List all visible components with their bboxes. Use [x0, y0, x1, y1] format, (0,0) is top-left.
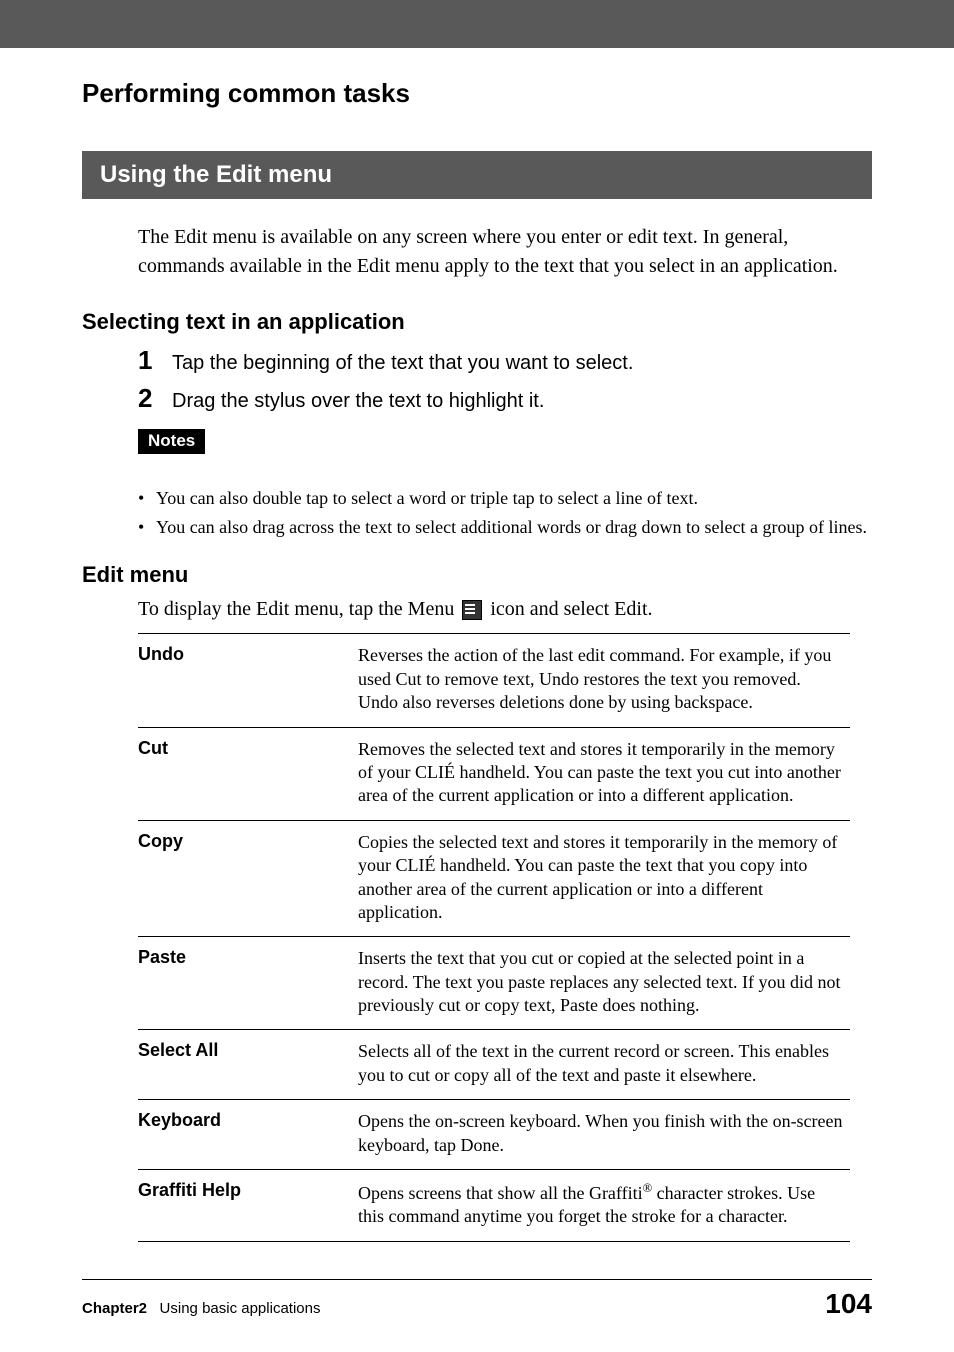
content-area: Performing common tasks Using the Edit m…	[0, 78, 954, 1242]
step-item: 1 Tap the beginning of the text that you…	[138, 345, 872, 377]
cmd-copy: Copy	[138, 820, 358, 937]
bullet-dot-icon: •	[138, 515, 156, 540]
desc-undo: Reverses the action of the last edit com…	[358, 634, 850, 727]
table-row: Undo Reverses the action of the last edi…	[138, 634, 850, 727]
cmd-graffiti: Graffiti Help	[138, 1170, 358, 1242]
step-number: 2	[138, 383, 172, 414]
step-item: 2 Drag the stylus over the text to highl…	[138, 383, 872, 415]
table-row: Select All Selects all of the text in th…	[138, 1030, 850, 1100]
step-text: Drag the stylus over the text to highlig…	[172, 387, 544, 415]
chapter-title: Using basic applications	[160, 1300, 321, 1317]
graffiti-prefix: Opens screens that show all the Graffiti	[358, 1183, 643, 1203]
desc-graffiti: Opens screens that show all the Graffiti…	[358, 1170, 850, 1242]
page-number: 104	[825, 1288, 872, 1320]
cmd-selectall: Select All	[138, 1030, 358, 1100]
cmd-undo: Undo	[138, 634, 358, 727]
table-row: Graffiti Help Opens screens that show al…	[138, 1170, 850, 1242]
notes-bullets: • You can also double tap to select a wo…	[138, 486, 872, 540]
edit-menu-table: Undo Reverses the action of the last edi…	[138, 633, 850, 1241]
intro-paragraph: The Edit menu is available on any screen…	[138, 223, 872, 281]
table-row: Keyboard Opens the on-screen keyboard. W…	[138, 1100, 850, 1170]
subheading-selecting: Selecting text in an application	[82, 309, 872, 335]
breadcrumb: Performing common tasks	[82, 78, 872, 109]
cmd-paste: Paste	[138, 937, 358, 1030]
notes-label: Notes	[138, 429, 205, 454]
footer-left: Chapter2 Using basic applications	[82, 1300, 320, 1317]
desc-copy: Copies the selected text and stores it t…	[358, 820, 850, 937]
page: Performing common tasks Using the Edit m…	[0, 0, 954, 1352]
editmenu-intro: To display the Edit menu, tap the Menu i…	[138, 598, 872, 621]
section-title: Using the Edit menu	[82, 151, 872, 199]
notes-block: Notes	[138, 429, 872, 464]
page-footer: Chapter2 Using basic applications 104	[82, 1279, 872, 1320]
desc-paste: Inserts the text that you cut or copied …	[358, 937, 850, 1030]
desc-selectall: Selects all of the text in the current r…	[358, 1030, 850, 1100]
bullet-item: • You can also double tap to select a wo…	[138, 486, 872, 511]
desc-keyboard: Opens the on-screen keyboard. When you f…	[358, 1100, 850, 1170]
bullet-text: You can also drag across the text to sel…	[156, 515, 867, 540]
bullet-item: • You can also drag across the text to s…	[138, 515, 872, 540]
editmenu-intro-suffix: icon and select Edit.	[490, 598, 652, 621]
bullet-dot-icon: •	[138, 486, 156, 511]
desc-cut: Removes the selected text and stores it …	[358, 727, 850, 820]
editmenu-intro-prefix: To display the Edit menu, tap the Menu	[138, 598, 454, 621]
step-number: 1	[138, 345, 172, 376]
cmd-cut: Cut	[138, 727, 358, 820]
registered-mark: ®	[643, 1181, 653, 1195]
step-text: Tap the beginning of the text that you w…	[172, 349, 633, 377]
subheading-editmenu: Edit menu	[82, 562, 872, 588]
bullet-text: You can also double tap to select a word…	[156, 486, 698, 511]
menu-icon	[462, 600, 482, 620]
header-bar	[0, 0, 954, 48]
steps-list: 1 Tap the beginning of the text that you…	[138, 345, 872, 415]
table-row: Paste Inserts the text that you cut or c…	[138, 937, 850, 1030]
chapter-label: Chapter2	[82, 1300, 147, 1317]
table-row: Cut Removes the selected text and stores…	[138, 727, 850, 820]
cmd-keyboard: Keyboard	[138, 1100, 358, 1170]
table-row: Copy Copies the selected text and stores…	[138, 820, 850, 937]
